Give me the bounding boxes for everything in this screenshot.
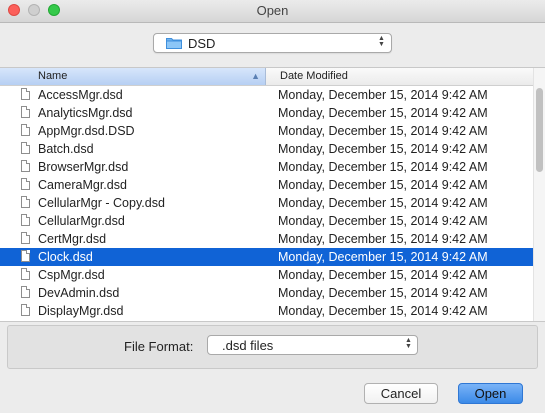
document-icon (21, 142, 30, 154)
file-format-panel: File Format: .dsd files ▲ ▼ (7, 325, 538, 369)
sort-ascending-icon: ▲ (251, 71, 260, 81)
file-date: Monday, December 15, 2014 9:42 AM (278, 142, 488, 156)
file-date: Monday, December 15, 2014 9:42 AM (278, 268, 488, 282)
vertical-scrollbar[interactable] (533, 68, 545, 321)
document-icon (21, 214, 30, 226)
file-list[interactable]: Name ▲ Date Modified AccessMgr.dsd Monday… (0, 67, 545, 322)
select-arrows-icon: ▲ ▼ (405, 337, 412, 350)
file-date: Monday, December 15, 2014 9:42 AM (278, 286, 488, 300)
file-rows: AccessMgr.dsd Monday, December 15, 2014 9… (0, 86, 533, 320)
file-date: Monday, December 15, 2014 9:42 AM (278, 304, 488, 318)
file-name: AppMgr.dsd.DSD (38, 124, 135, 138)
file-format-select[interactable]: .dsd files ▲ ▼ (207, 335, 418, 355)
name-column-label: Name (38, 70, 68, 82)
file-date: Monday, December 15, 2014 9:42 AM (278, 160, 488, 174)
document-icon (21, 124, 30, 136)
document-icon (21, 232, 30, 244)
window-title: Open (256, 3, 289, 18)
file-name: CspMgr.dsd (38, 268, 105, 282)
file-row[interactable]: CameraMgr.dsd Monday, December 15, 2014 9… (0, 176, 533, 194)
location-popup[interactable]: DSD ▲ ▼ (153, 33, 392, 53)
column-header: Name ▲ Date Modified (0, 68, 533, 86)
file-format-label: File Format: (124, 339, 194, 354)
document-icon (21, 160, 30, 172)
location-label: DSD (188, 36, 216, 51)
scrollbar-thumb[interactable] (536, 88, 543, 172)
open-dialog: Open DSD ▲ ▼ Name ▲ Date Modified AccessM… (0, 0, 545, 413)
popup-arrows-icon: ▲ ▼ (378, 35, 385, 48)
file-row[interactable]: DevAdmin.dsd Monday, December 15, 2014 9:… (0, 284, 533, 302)
file-row[interactable]: CellularMgr.dsd Monday, December 15, 2014… (0, 212, 533, 230)
cancel-button[interactable]: Cancel (364, 383, 438, 404)
folder-icon (166, 38, 182, 49)
file-row[interactable]: CspMgr.dsd Monday, December 15, 2014 9:42… (0, 266, 533, 284)
document-icon (21, 178, 30, 190)
file-date: Monday, December 15, 2014 9:42 AM (278, 178, 488, 192)
file-date: Monday, December 15, 2014 9:42 AM (278, 250, 488, 264)
document-icon (21, 286, 30, 298)
file-format-value: .dsd files (222, 338, 274, 353)
title-bar[interactable]: Open (0, 0, 545, 23)
name-column-header[interactable]: Name ▲ (0, 68, 266, 85)
file-row[interactable]: Batch.dsd Monday, December 15, 2014 9:42 … (0, 140, 533, 158)
file-row[interactable]: AccessMgr.dsd Monday, December 15, 2014 9… (0, 86, 533, 104)
file-row[interactable]: AnalyticsMgr.dsd Monday, December 15, 201… (0, 104, 533, 122)
file-date: Monday, December 15, 2014 9:42 AM (278, 196, 488, 210)
document-icon (21, 250, 30, 262)
file-date: Monday, December 15, 2014 9:42 AM (278, 124, 488, 138)
file-name: AnalyticsMgr.dsd (38, 106, 133, 120)
file-name: CertMgr.dsd (38, 232, 107, 246)
file-row[interactable]: BrowserMgr.dsd Monday, December 15, 2014 … (0, 158, 533, 176)
file-date: Monday, December 15, 2014 9:42 AM (278, 214, 488, 228)
file-name: Clock.dsd (38, 250, 93, 264)
file-row[interactable]: DisplayMgr.dsd Monday, December 15, 2014 … (0, 302, 533, 320)
document-icon (21, 106, 30, 118)
document-icon (21, 268, 30, 280)
file-row[interactable]: CellularMgr - Copy.dsd Monday, December 1… (0, 194, 533, 212)
file-date: Monday, December 15, 2014 9:42 AM (278, 232, 488, 246)
file-name: DisplayMgr.dsd (38, 304, 124, 318)
file-name: CameraMgr.dsd (38, 178, 127, 192)
open-button[interactable]: Open (458, 383, 523, 404)
file-date: Monday, December 15, 2014 9:42 AM (278, 88, 488, 102)
file-row[interactable]: AppMgr.dsd.DSD Monday, December 15, 2014 … (0, 122, 533, 140)
document-icon (21, 196, 30, 208)
document-icon (21, 304, 30, 316)
document-icon (21, 88, 30, 100)
file-name: Batch.dsd (38, 142, 94, 156)
file-name: CellularMgr - Copy.dsd (38, 196, 165, 210)
date-modified-column-header[interactable]: Date Modified (280, 70, 348, 82)
file-date: Monday, December 15, 2014 9:42 AM (278, 106, 488, 120)
file-name: AccessMgr.dsd (38, 88, 123, 102)
file-name: CellularMgr.dsd (38, 214, 125, 228)
file-name: BrowserMgr.dsd (38, 160, 129, 174)
file-row-selected[interactable]: Clock.dsd Monday, December 15, 2014 9:42 … (0, 248, 533, 266)
file-name: DevAdmin.dsd (38, 286, 120, 300)
file-row[interactable]: CertMgr.dsd Monday, December 15, 2014 9:4… (0, 230, 533, 248)
